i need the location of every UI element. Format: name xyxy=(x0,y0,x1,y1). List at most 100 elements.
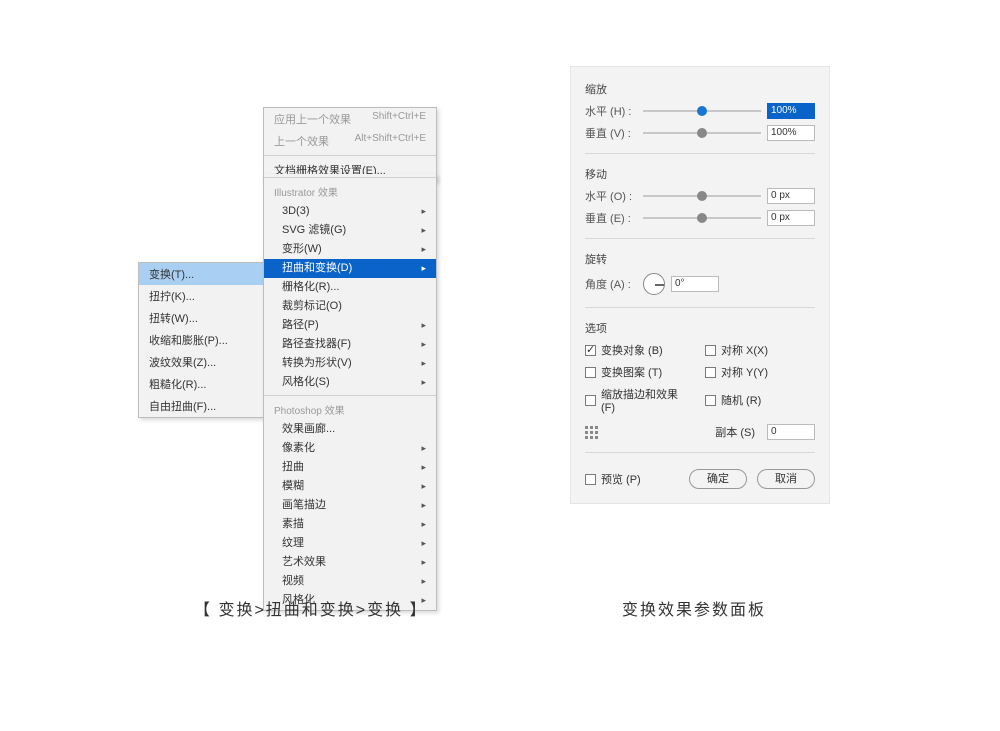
menu-item-pixelate[interactable]: 像素化▸ xyxy=(264,439,436,458)
transform-effect-panel: 缩放 水平 (H) : 100% 垂直 (V) : 100% 移动 水平 (O)… xyxy=(570,66,830,504)
panel-separator xyxy=(585,238,815,239)
checkbox-random[interactable] xyxy=(705,395,716,406)
submenu-arrow-icon: ▸ xyxy=(421,517,426,532)
menu-last-effect-shortcut: Alt+Shift+Ctrl+E xyxy=(355,133,426,149)
submenu-arrow-icon: ▸ xyxy=(421,574,426,589)
scale-h-slider[interactable] xyxy=(643,110,761,112)
move-v-input[interactable]: 0 px xyxy=(767,210,815,226)
cancel-button[interactable]: 取消 xyxy=(757,469,815,489)
copies-input[interactable]: 0 xyxy=(767,424,815,440)
submenu-arrow-icon: ▸ xyxy=(421,356,426,371)
menu-item-distort-transform[interactable]: 扭曲和变换(D)▸ xyxy=(264,259,436,278)
section-move-title: 移动 xyxy=(585,166,815,182)
checkbox-transform-object[interactable] xyxy=(585,345,596,356)
submenu-arrow-icon: ▸ xyxy=(421,242,426,257)
checkbox-reflect-x-label: 对称 X(X) xyxy=(721,342,768,358)
menu-item-path[interactable]: 路径(P)▸ xyxy=(264,316,436,335)
effect-menu-top: 应用上一个效果 Shift+Ctrl+E 上一个效果 Alt+Shift+Ctr… xyxy=(263,107,437,182)
menu-item-svg-filter[interactable]: SVG 滤镜(G)▸ xyxy=(264,221,436,240)
checkbox-reflect-y[interactable] xyxy=(705,367,716,378)
panel-separator xyxy=(585,307,815,308)
submenu-arrow-icon: ▸ xyxy=(421,261,426,276)
submenu-arrow-icon: ▸ xyxy=(421,441,426,456)
submenu-item-twist[interactable]: 扭拧(K)... xyxy=(139,285,263,307)
submenu-arrow-icon: ▸ xyxy=(421,204,426,219)
submenu-item-ripple[interactable]: 波纹效果(Z)... xyxy=(139,351,263,373)
submenu-item-pucker-bloat[interactable]: 收缩和膨胀(P)... xyxy=(139,329,263,351)
transform-submenu: 变换(T)... 扭拧(K)... 扭转(W)... 收缩和膨胀(P)... 波… xyxy=(138,262,264,418)
checkbox-scale-strokes-label: 缩放描边和效果 (F) xyxy=(601,386,695,414)
submenu-arrow-icon: ▸ xyxy=(421,223,426,238)
menu-item-effect-gallery[interactable]: 效果画廊... xyxy=(264,420,436,439)
effect-menu-sub: Illustrator 效果 3D(3)▸ SVG 滤镜(G)▸ 变形(W)▸ … xyxy=(263,174,437,611)
menu-item-pathfinder[interactable]: 路径查找器(F)▸ xyxy=(264,335,436,354)
section-scale: 缩放 水平 (H) : 100% 垂直 (V) : 100% xyxy=(585,81,815,141)
checkbox-reflect-y-label: 对称 Y(Y) xyxy=(721,364,768,380)
copies-label: 副本 (S) xyxy=(715,424,755,440)
menu-item-texture[interactable]: 纹理▸ xyxy=(264,534,436,553)
section-options-title: 选项 xyxy=(585,320,815,336)
group-header-illustrator: Illustrator 效果 xyxy=(264,181,436,202)
scale-v-label: 垂直 (V) : xyxy=(585,125,637,141)
anchor-grid-icon[interactable] xyxy=(585,426,598,439)
scale-v-input[interactable]: 100% xyxy=(767,125,815,141)
checkbox-transform-pattern[interactable] xyxy=(585,367,596,378)
checkbox-reflect-x[interactable] xyxy=(705,345,716,356)
panel-separator xyxy=(585,153,815,154)
panel-separator xyxy=(585,452,815,453)
section-move: 移动 水平 (O) : 0 px 垂直 (E) : 0 px xyxy=(585,166,815,226)
menu-item-3d[interactable]: 3D(3)▸ xyxy=(264,202,436,221)
submenu-arrow-icon: ▸ xyxy=(421,460,426,475)
submenu-arrow-icon: ▸ xyxy=(421,536,426,551)
checkbox-random-label: 随机 (R) xyxy=(721,392,761,408)
menu-last-effect[interactable]: 上一个效果 Alt+Shift+Ctrl+E xyxy=(264,130,436,152)
checkbox-scale-strokes[interactable] xyxy=(585,395,596,406)
submenu-arrow-icon: ▸ xyxy=(421,318,426,333)
menu-item-artistic[interactable]: 艺术效果▸ xyxy=(264,553,436,572)
rotate-angle-input[interactable]: 0° xyxy=(671,276,719,292)
checkbox-transform-pattern-label: 变换图案 (T) xyxy=(601,364,662,380)
submenu-item-transform[interactable]: 变换(T)... xyxy=(139,263,263,285)
menu-apply-last-label: 应用上一个效果 xyxy=(274,111,351,127)
submenu-item-roughen[interactable]: 粗糙化(R)... xyxy=(139,373,263,395)
rotate-angle-dial[interactable] xyxy=(643,273,665,295)
caption-panel: 变换效果参数面板 xyxy=(622,596,766,620)
menu-item-brush-stroke[interactable]: 画笔描边▸ xyxy=(264,496,436,515)
menu-last-effect-label: 上一个效果 xyxy=(274,133,329,149)
move-h-slider[interactable] xyxy=(643,195,761,197)
menu-item-crop-marks[interactable]: 裁剪标记(O) xyxy=(264,297,436,316)
scale-v-slider[interactable] xyxy=(643,132,761,134)
menu-apply-last[interactable]: 应用上一个效果 Shift+Ctrl+E xyxy=(264,108,436,130)
submenu-arrow-icon: ▸ xyxy=(421,337,426,352)
submenu-item-rotate[interactable]: 扭转(W)... xyxy=(139,307,263,329)
menu-item-convert-shape[interactable]: 转换为形状(V)▸ xyxy=(264,354,436,373)
menu-item-video[interactable]: 视频▸ xyxy=(264,572,436,591)
group-header-photoshop: Photoshop 效果 xyxy=(264,399,436,420)
menu-item-distort-ps[interactable]: 扭曲▸ xyxy=(264,458,436,477)
menu-separator xyxy=(264,395,436,396)
menu-separator xyxy=(264,177,436,178)
checkbox-transform-object-label: 变换对象 (B) xyxy=(601,342,663,358)
section-rotate-title: 旋转 xyxy=(585,251,815,267)
submenu-arrow-icon: ▸ xyxy=(421,498,426,513)
menu-item-warp[interactable]: 变形(W)▸ xyxy=(264,240,436,259)
menu-item-blur[interactable]: 模糊▸ xyxy=(264,477,436,496)
menu-item-stylize-ai[interactable]: 风格化(S)▸ xyxy=(264,373,436,392)
section-rotate: 旋转 角度 (A) : 0° xyxy=(585,251,815,295)
menu-item-rasterize[interactable]: 栅格化(R)... xyxy=(264,278,436,297)
menu-item-sketch[interactable]: 素描▸ xyxy=(264,515,436,534)
submenu-arrow-icon: ▸ xyxy=(421,375,426,390)
move-v-label: 垂直 (E) : xyxy=(585,210,637,226)
ok-button[interactable]: 确定 xyxy=(689,469,747,489)
move-h-label: 水平 (O) : xyxy=(585,188,637,204)
checkbox-preview-label: 预览 (P) xyxy=(601,471,641,487)
move-v-slider[interactable] xyxy=(643,217,761,219)
menu-separator xyxy=(264,155,436,156)
submenu-arrow-icon: ▸ xyxy=(421,479,426,494)
scale-h-input[interactable]: 100% xyxy=(767,103,815,119)
caption-menu-path: 【 变换>扭曲和变换>变换 】 xyxy=(194,596,428,620)
panel-footer: 预览 (P) 确定 取消 xyxy=(585,469,815,489)
submenu-item-free-distort[interactable]: 自由扭曲(F)... xyxy=(139,395,263,417)
checkbox-preview[interactable] xyxy=(585,474,596,485)
move-h-input[interactable]: 0 px xyxy=(767,188,815,204)
